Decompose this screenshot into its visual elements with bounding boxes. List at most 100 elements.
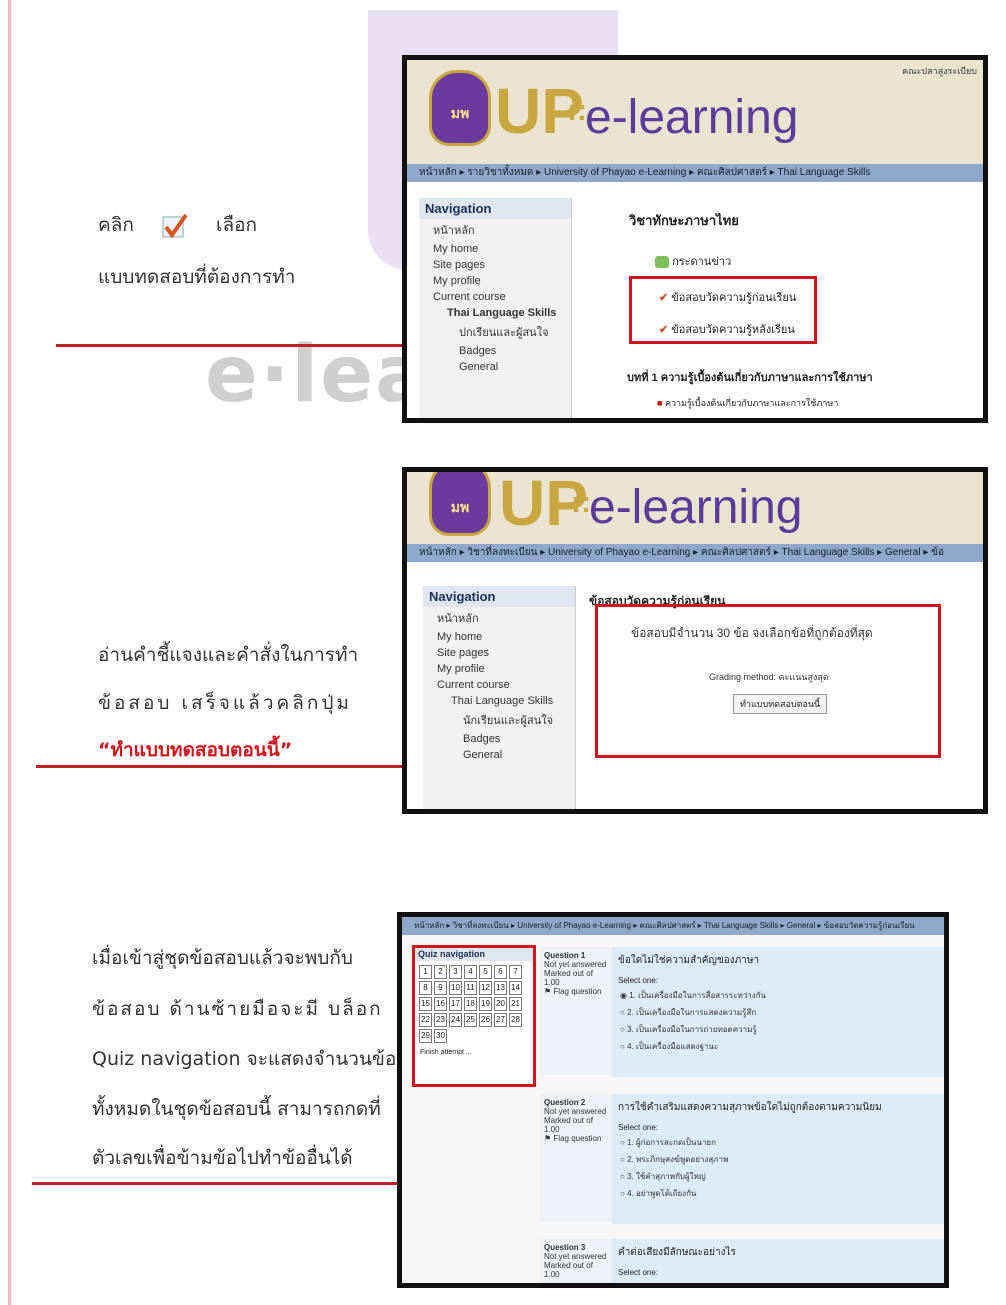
nav-item[interactable]: General: [419, 359, 571, 375]
step3-line5: ตัวเลขเพื่อข้ามข้อไปทำข้ออื่นได้: [92, 1147, 353, 1169]
question-number: Question 2: [544, 1098, 586, 1107]
question-number: Question 1: [544, 951, 586, 960]
question-content: การใช้คำเสริมแสดงความสุภาพข้อใดไม่ถูกต้อ…: [612, 1094, 944, 1224]
radio-button[interactable]: ○: [620, 1042, 625, 1051]
question-status: Not yet answered: [544, 1107, 607, 1116]
navigation-title: Navigation: [419, 198, 571, 219]
forum-icon: [655, 256, 669, 269]
breadcrumb[interactable]: หน้าหลัก ▸ วิชาที่ลงทะเบียน ▸ University…: [402, 917, 944, 935]
answer-option[interactable]: ○ 1. ผู้ก่อการสะกดเป็นนายก: [612, 1134, 944, 1151]
nav-item[interactable]: Current course: [423, 677, 575, 693]
answer-option[interactable]: ○ 2. พระภิกษุสงฆ์พูดอย่างสุภาพ: [612, 1151, 944, 1168]
highlight-box: [412, 945, 536, 1087]
screenshot-quiz-info: มพ UP :: e-learning หน้าหลัก ▸ วิชาที่ลง…: [402, 467, 988, 814]
step2-line1: อ่านคำชี้แจงและคำสั่งในการทำ: [98, 644, 359, 666]
nav-item[interactable]: Site pages: [419, 257, 571, 273]
question-info: Question 3 Not yet answered Marked out o…: [540, 1239, 614, 1283]
flag-icon: ⚑: [544, 1134, 552, 1143]
question-marks: Marked out of 1.00: [544, 1261, 593, 1279]
site-header: มพ UP :: e-learning: [407, 472, 983, 544]
nav-item[interactable]: Thai Language Skills: [423, 693, 575, 709]
radio-button[interactable]: ○: [620, 1155, 625, 1164]
screenshot-course-page: มพ UP :: e-learning คณะปลาสูงระเบียบ หน้…: [402, 55, 988, 423]
select-one-label: Select one:: [618, 1123, 659, 1132]
nav-item[interactable]: หน้าหลัก: [423, 607, 575, 629]
nav-item[interactable]: Current course: [419, 289, 571, 305]
answer-option[interactable]: ○ 2. เป็นเครื่องมือในการแสดงความรู้สึก: [612, 1004, 944, 1021]
user-menu[interactable]: คณะปลาสูงระเบียบ: [902, 64, 977, 78]
step1-line2: แบบทดสอบที่ต้องการทำ: [98, 266, 296, 288]
lesson-heading: บทที่ 1 ความรู้เบื้องต้นเกี่ยวกับภาษาและ…: [627, 372, 873, 384]
breadcrumb[interactable]: หน้าหลัก ▸ วิชาที่ลงทะเบียน ▸ University…: [407, 544, 983, 562]
question-marks: Marked out of 1.00: [544, 969, 593, 987]
nav-item[interactable]: Thai Language Skills: [419, 305, 571, 321]
step1-click-word: คลิก: [98, 214, 134, 236]
flag-question-link[interactable]: ⚑ Flag question: [544, 987, 610, 996]
logo-separator: ::: [567, 94, 587, 127]
logo-separator: ::: [571, 486, 591, 519]
question-number: Question 3: [544, 1243, 586, 1252]
step3-line3: Quiz navigation จะแสดงจำนวนข้อ: [92, 1048, 397, 1070]
radio-button[interactable]: ○: [620, 1025, 625, 1034]
step2-line3: “ทำแบบทดสอบตอนนี้”: [98, 739, 293, 761]
navigation-title: Navigation: [423, 586, 575, 607]
select-one-label: Select one:: [618, 976, 659, 985]
highlight-box: [629, 276, 817, 344]
answer-option[interactable]: ○ 3. เป็นเครื่องมือในการถ่ายทอดความรู้: [612, 1021, 944, 1038]
quiz-check-icon: [160, 211, 190, 241]
nav-item[interactable]: My profile: [423, 661, 575, 677]
step3-line4: ทั้งหมดในชุดข้อสอบนี้ สามารถกดที่: [92, 1098, 381, 1120]
step3-line2: ข้อสอบ ด้านซ้ายมือจะมี บล็อก: [92, 998, 383, 1020]
nav-item[interactable]: My home: [423, 629, 575, 645]
radio-button[interactable]: ○: [620, 1189, 625, 1198]
nav-item[interactable]: ปกเรียนและผู้สนใจ: [419, 321, 571, 343]
question-status: Not yet answered: [544, 1252, 607, 1261]
nav-item[interactable]: Badges: [419, 343, 571, 359]
question-content: คำต่อเสียงมีลักษณะอย่างไร Select one:: [612, 1239, 944, 1283]
flag-icon: ⚑: [544, 987, 552, 996]
step1-line1: คลิก เลือก: [98, 210, 257, 241]
question-status: Not yet answered: [544, 960, 607, 969]
logo-elearning: e-learning: [589, 481, 803, 534]
navigation-block: Navigation หน้าหลัก My home Site pages M…: [419, 198, 572, 418]
answer-option[interactable]: ◉ 1. เป็นเครื่องมือในการสื่อสารระหว่างกั…: [612, 987, 944, 1004]
radio-button[interactable]: ○: [620, 1008, 625, 1017]
university-seal-icon: มพ: [429, 472, 491, 536]
pdf-icon: ■: [657, 398, 663, 408]
radio-button[interactable]: ○: [620, 1138, 625, 1147]
question-marks: Marked out of 1.00: [544, 1116, 593, 1134]
question-info: Question 1 Not yet answered Marked out o…: [540, 947, 614, 1075]
question-content: ข้อใดไม่ใช่ความสำคัญของภาษา Select one: …: [612, 947, 944, 1077]
forum-link[interactable]: กระดานข่าว: [655, 252, 731, 270]
step1-select-word: เลือก: [215, 214, 258, 236]
highlight-box: [595, 604, 941, 758]
pointer-line-3: [32, 1182, 436, 1185]
lesson-resource-link[interactable]: ■ ความรู้เบื้องต้นเกี่ยวกับภาษาและการใช้…: [657, 396, 838, 410]
radio-button[interactable]: ○: [620, 1172, 625, 1181]
navigation-block: Navigation หน้าหลัก My home Site pages M…: [423, 586, 576, 809]
radio-button[interactable]: ◉: [620, 991, 627, 1000]
question-text: การใช้คำเสริมแสดงความสุภาพข้อใดไม่ถูกต้อ…: [618, 1102, 882, 1113]
nav-item[interactable]: หน้าหลัก: [419, 219, 571, 241]
nav-item[interactable]: Badges: [423, 731, 575, 747]
step2-line2: ข้อสอบ เสร็จแล้วคลิกปุ่ม: [98, 692, 352, 714]
nav-item[interactable]: Site pages: [423, 645, 575, 661]
nav-item[interactable]: My profile: [419, 273, 571, 289]
nav-item[interactable]: My home: [419, 241, 571, 257]
logo-elearning: e-learning: [585, 91, 799, 144]
select-one-label: Select one:: [618, 1268, 659, 1277]
question-text: คำต่อเสียงมีลักษณะอย่างไร: [618, 1247, 736, 1258]
answer-option[interactable]: ○ 4. อย่าพูดโต้เถียงกัน: [612, 1185, 944, 1202]
question-info: Question 2 Not yet answered Marked out o…: [540, 1094, 614, 1222]
left-margin-rule: [8, 0, 11, 1305]
nav-item[interactable]: นักเรียนและผู้สนใจ: [423, 709, 575, 731]
screenshot-quiz-attempt: หน้าหลัก ▸ วิชาที่ลงทะเบียน ▸ University…: [397, 912, 949, 1288]
question-text: ข้อใดไม่ใช่ความสำคัญของภาษา: [618, 955, 760, 966]
answer-option[interactable]: ○ 4. เป็นเครื่องมือแสดงฐานะ: [612, 1038, 944, 1055]
flag-question-link[interactable]: ⚑ Flag question: [544, 1134, 610, 1143]
course-title: วิชาทักษะภาษาไทย: [629, 213, 739, 228]
answer-option[interactable]: ○ 3. ใช้คำสุภาพกับผู้ใหญ่: [612, 1168, 944, 1185]
nav-item[interactable]: General: [423, 747, 575, 763]
university-seal-icon: มพ: [429, 70, 491, 146]
breadcrumb[interactable]: หน้าหลัก ▸ รายวิชาทั้งหมด ▸ University o…: [407, 164, 983, 182]
